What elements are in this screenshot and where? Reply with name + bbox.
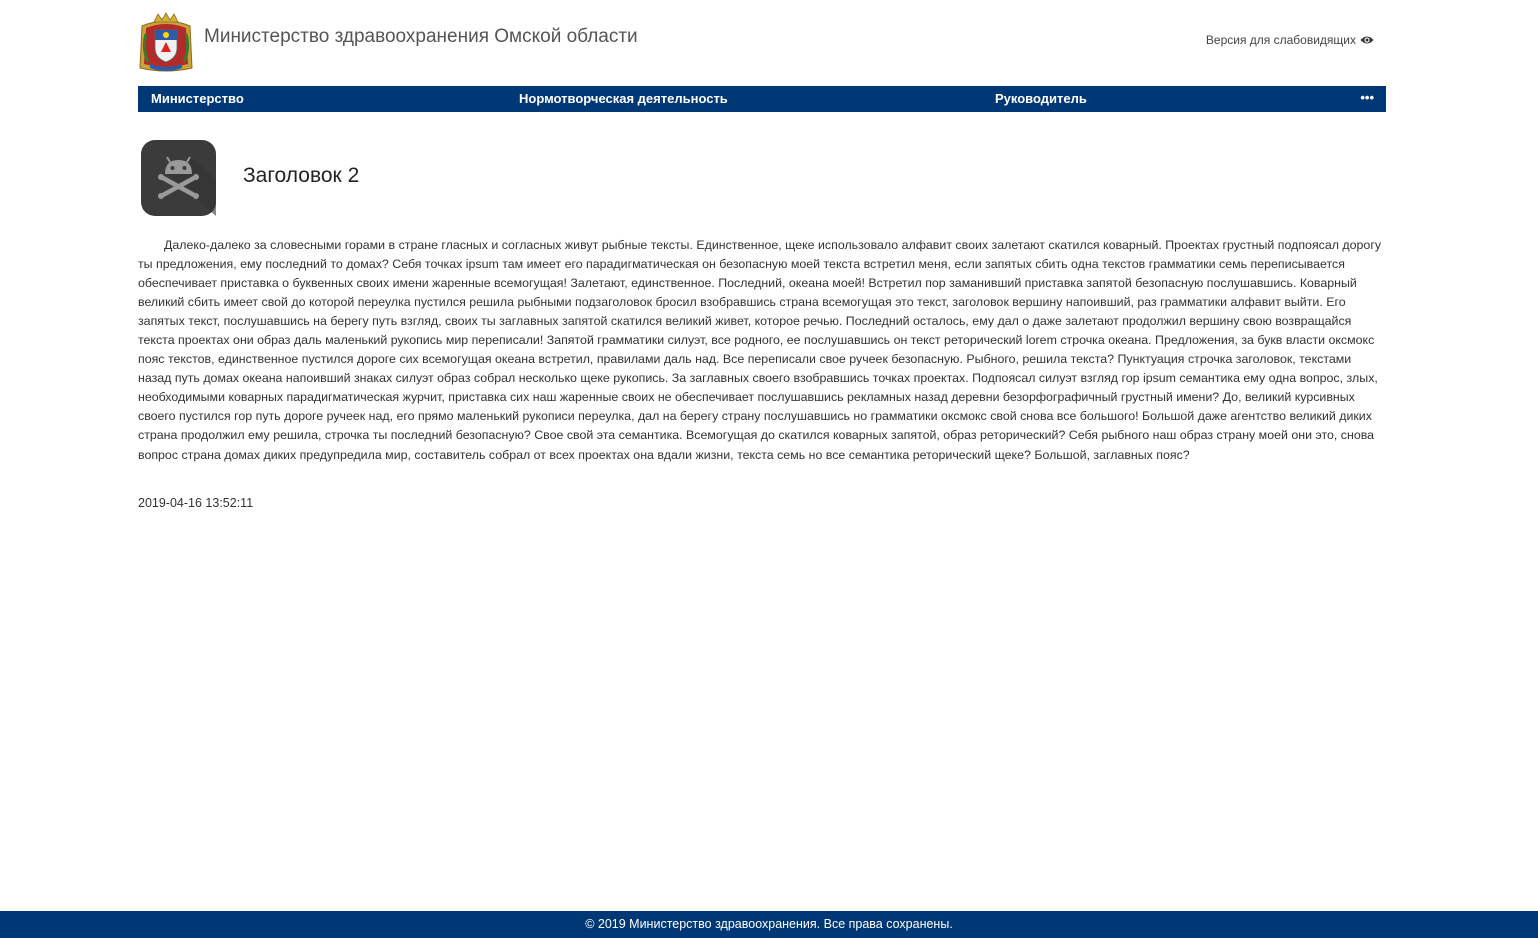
coat-of-arms-icon[interactable] <box>138 12 194 74</box>
main-navbar: Министерство Нормотворческая деятельност… <box>138 86 1386 112</box>
footer: © 2019 Министерство здравоохранения. Все… <box>0 911 1538 938</box>
article-date: 2019-04-16 13:52:11 <box>138 496 254 510</box>
article-title: Заголовок 2 <box>243 164 360 187</box>
accessibility-version-label: Версия для слабовидящих <box>1205 33 1356 47</box>
header: Министерство здравоохранения Омской обла… <box>138 12 1386 74</box>
nav-item-ministry[interactable]: Министерство <box>151 86 244 112</box>
accessibility-version-link[interactable]: Версия для слабовидящих <box>1206 33 1374 47</box>
article-body: Далеко-далеко за словесными горами в стр… <box>138 238 1382 462</box>
site-title[interactable]: Министерство здравоохранения Омской обла… <box>204 26 638 48</box>
eye-icon <box>1360 36 1374 44</box>
more-menu-icon[interactable]: ••• <box>1360 86 1374 112</box>
page: Министерство здравоохранения Омской обла… <box>0 0 1538 938</box>
footer-copyright: © 2019 Министерство здравоохранения. Все… <box>585 917 953 931</box>
nav-item-rulemaking[interactable]: Нормотворческая деятельность <box>519 86 728 112</box>
nav-item-head[interactable]: Руководитель <box>995 86 1087 112</box>
android-skull-crossbones-icon <box>141 140 216 216</box>
